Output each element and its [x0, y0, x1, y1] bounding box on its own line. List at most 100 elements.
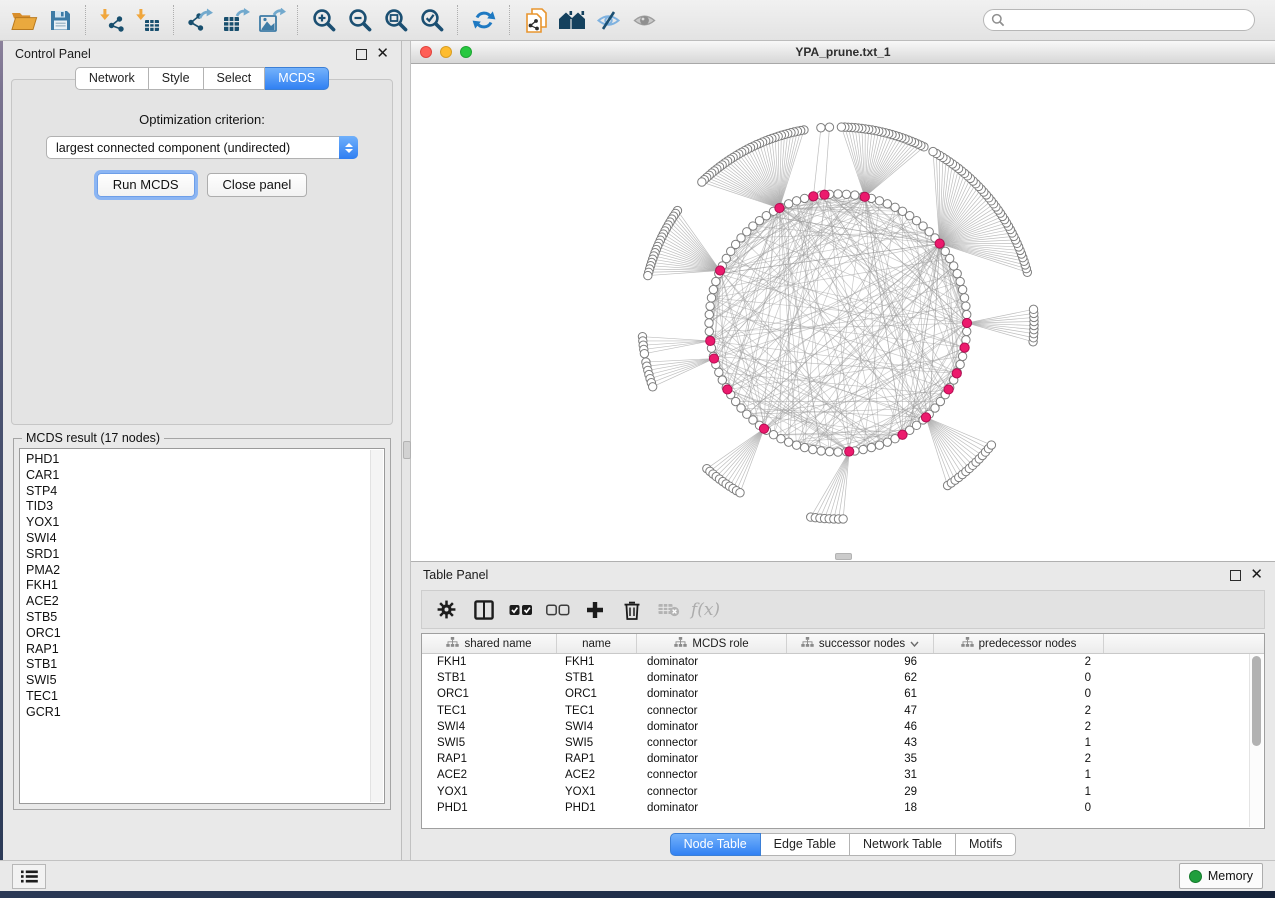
table-cell[interactable]: PHD1: [557, 802, 637, 814]
table-cell[interactable]: 2: [934, 656, 1104, 668]
network-canvas[interactable]: [411, 64, 1275, 561]
clone-network-icon[interactable]: [518, 4, 554, 36]
list-item[interactable]: YOX1: [26, 515, 384, 531]
table-cell[interactable]: dominator: [637, 656, 787, 668]
table-cell[interactable]: PHD1: [422, 802, 557, 814]
column-header-predecessor-nodes[interactable]: predecessor nodes: [934, 634, 1104, 653]
table-cell[interactable]: FKH1: [422, 656, 557, 668]
list-item[interactable]: SRD1: [26, 547, 384, 563]
export-image-icon[interactable]: [254, 4, 290, 36]
hide-graphics-icon[interactable]: [590, 4, 626, 36]
float-panel-icon[interactable]: [356, 49, 367, 60]
table-cell[interactable]: 31: [787, 769, 934, 781]
zoom-in-icon[interactable]: [306, 4, 342, 36]
table-cell[interactable]: ACE2: [422, 769, 557, 781]
network-overview-icon[interactable]: [554, 4, 590, 36]
tab-mcds[interactable]: MCDS: [265, 67, 329, 90]
list-item[interactable]: TID3: [26, 499, 384, 515]
table-cell[interactable]: SWI5: [557, 737, 637, 749]
table-cell[interactable]: RAP1: [422, 753, 557, 765]
table-cell[interactable]: 0: [934, 672, 1104, 684]
list-item[interactable]: PHD1: [26, 452, 384, 468]
table-cell[interactable]: 43: [787, 737, 934, 749]
tab-select[interactable]: Select: [204, 67, 266, 90]
list-item[interactable]: SWI5: [26, 673, 384, 689]
list-item[interactable]: CAR1: [26, 468, 384, 484]
close-panel-button[interactable]: Close panel: [207, 173, 308, 197]
splitter-handle-icon[interactable]: [403, 441, 411, 459]
table-cell[interactable]: ORC1: [557, 688, 637, 700]
table-cell[interactable]: 1: [934, 786, 1104, 798]
table-cell[interactable]: 96: [787, 656, 934, 668]
panel-selector-button[interactable]: [12, 864, 46, 889]
table-vscroll-thumb[interactable]: [1252, 656, 1261, 746]
list-item[interactable]: SWI4: [26, 531, 384, 547]
table-cell[interactable]: 46: [787, 721, 934, 733]
list-scrollbar[interactable]: [370, 450, 383, 802]
tab-edge-table[interactable]: Edge Table: [761, 833, 850, 856]
table-cell[interactable]: 61: [787, 688, 934, 700]
table-row[interactable]: ORC1ORC1dominator610: [422, 686, 1264, 702]
table-row[interactable]: STB1STB1dominator620: [422, 670, 1264, 686]
table-cell[interactable]: dominator: [637, 672, 787, 684]
table-cell[interactable]: TEC1: [422, 705, 557, 717]
table-cell[interactable]: ORC1: [422, 688, 557, 700]
table-cell[interactable]: 2: [934, 721, 1104, 733]
list-item[interactable]: STB1: [26, 657, 384, 673]
search-input[interactable]: [1009, 10, 1254, 30]
close-table-panel-icon[interactable]: ✕: [1250, 570, 1263, 580]
export-table-icon[interactable]: [218, 4, 254, 36]
table-cell[interactable]: 62: [787, 672, 934, 684]
select-all-icon[interactable]: [502, 595, 539, 625]
column-header-shared-name[interactable]: shared name: [422, 634, 557, 653]
table-cell[interactable]: 0: [934, 688, 1104, 700]
table-cell[interactable]: 47: [787, 705, 934, 717]
table-row[interactable]: RAP1RAP1dominator352: [422, 751, 1264, 767]
import-table-icon[interactable]: [130, 4, 166, 36]
list-item[interactable]: ORC1: [26, 626, 384, 642]
table-cell[interactable]: dominator: [637, 721, 787, 733]
table-cell[interactable]: SWI5: [422, 737, 557, 749]
columns-icon[interactable]: [465, 595, 502, 625]
deselect-all-icon[interactable]: [539, 595, 576, 625]
list-item[interactable]: STP4: [26, 484, 384, 500]
criterion-dropdown[interactable]: largest connected component (undirected): [46, 136, 358, 159]
network-titlebar[interactable]: YPA_prune.txt_1: [411, 41, 1275, 64]
canvas-hscroll-thumb[interactable]: [835, 553, 852, 560]
table-row[interactable]: YOX1YOX1connector291: [422, 784, 1264, 800]
refresh-icon[interactable]: [466, 4, 502, 36]
table-cell[interactable]: 1: [934, 737, 1104, 749]
list-item[interactable]: STB5: [26, 610, 384, 626]
save-icon[interactable]: [42, 4, 78, 36]
list-item[interactable]: FKH1: [26, 578, 384, 594]
tab-motifs[interactable]: Motifs: [956, 833, 1016, 856]
tab-network-table[interactable]: Network Table: [850, 833, 956, 856]
add-column-icon[interactable]: [576, 595, 613, 625]
import-network-icon[interactable]: [94, 4, 130, 36]
column-header-name[interactable]: name: [557, 634, 637, 653]
table-cell[interactable]: STB1: [557, 672, 637, 684]
table-cell[interactable]: ACE2: [557, 769, 637, 781]
table-cell[interactable]: 2: [934, 705, 1104, 717]
table-row[interactable]: FKH1FKH1dominator962: [422, 654, 1264, 670]
table-cell[interactable]: 29: [787, 786, 934, 798]
list-item[interactable]: PMA2: [26, 563, 384, 579]
delete-icon[interactable]: [613, 595, 650, 625]
table-row[interactable]: SWI4SWI4dominator462: [422, 719, 1264, 735]
column-header-MCDS-role[interactable]: MCDS role: [637, 634, 787, 653]
window-maximize-icon[interactable]: [460, 46, 472, 58]
list-item[interactable]: TEC1: [26, 689, 384, 705]
table-cell[interactable]: RAP1: [557, 753, 637, 765]
table-cell[interactable]: 0: [934, 802, 1104, 814]
list-item[interactable]: RAP1: [26, 642, 384, 658]
zoom-selected-icon[interactable]: [414, 4, 450, 36]
table-cell[interactable]: SWI4: [422, 721, 557, 733]
open-file-icon[interactable]: [6, 4, 42, 36]
panel-splitter[interactable]: [402, 41, 411, 860]
close-panel-icon[interactable]: ✕: [376, 49, 389, 59]
table-cell[interactable]: connector: [637, 737, 787, 749]
search-field[interactable]: [983, 9, 1255, 31]
table-cell[interactable]: 18: [787, 802, 934, 814]
table-cell[interactable]: YOX1: [422, 786, 557, 798]
tab-node-table[interactable]: Node Table: [670, 833, 761, 856]
